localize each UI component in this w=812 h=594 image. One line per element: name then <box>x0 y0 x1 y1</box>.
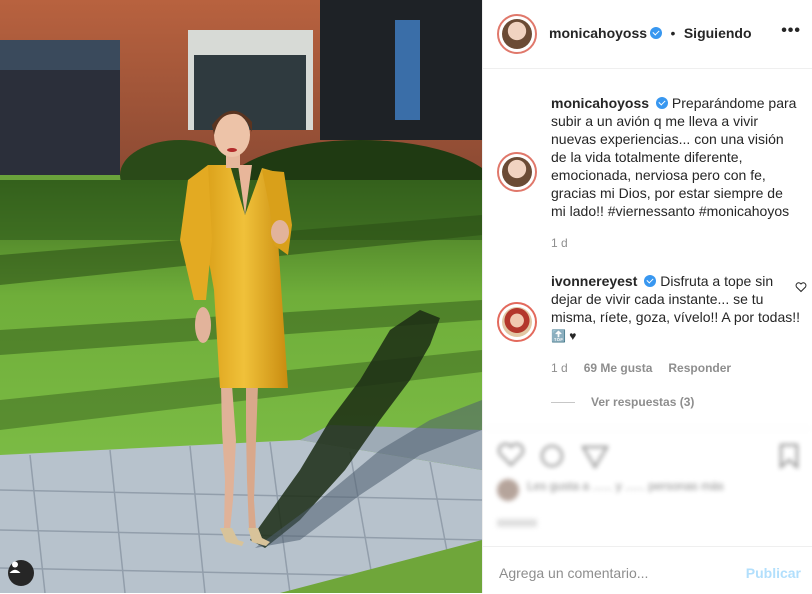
post-actions-blurred: Les gusta a ...... y ...... personas más <box>483 428 812 544</box>
verified-badge-icon <box>656 97 669 109</box>
liker-avatar <box>497 479 519 501</box>
publish-button[interactable]: Publicar <box>746 565 801 581</box>
following-button[interactable]: Siguiendo <box>684 25 752 41</box>
caption-username[interactable]: monicahoyoss <box>551 95 649 111</box>
post-sidebar: monicahoyoss • Siguiendo ••• monicahoyos… <box>482 0 812 593</box>
verified-badge-icon <box>644 275 657 287</box>
caption-text: Preparándome para subir a un avión q me … <box>551 95 797 219</box>
save-icon <box>780 444 798 469</box>
user-icon <box>9 561 21 573</box>
like-comment-heart-icon[interactable] <box>795 281 807 293</box>
comment-age[interactable]: 1 d <box>551 361 568 375</box>
likes-summary: Les gusta a ...... y ...... personas más <box>527 479 724 493</box>
share-icon <box>581 446 609 469</box>
comment-icon <box>541 445 563 467</box>
view-replies-label: Ver respuestas (3) <box>591 395 695 409</box>
comment-input[interactable]: Agrega un comentario... <box>499 565 648 581</box>
avatar[interactable] <box>497 14 537 54</box>
comment-avatar[interactable] <box>497 302 537 342</box>
action-icons <box>497 442 609 469</box>
author-username[interactable]: monicahoyoss <box>549 25 647 41</box>
caption-avatar[interactable] <box>497 152 537 192</box>
photo-scene <box>0 0 482 593</box>
separator-dot: • <box>670 25 676 41</box>
post-date-blurred <box>497 519 537 527</box>
post-header: monicahoyoss • Siguiendo ••• <box>483 0 812 69</box>
comment-composer: Agrega un comentario... Publicar <box>483 546 812 594</box>
verified-badge-icon <box>650 27 663 39</box>
comment-item: ivonnereyest Disfruta a tope sin dejar d… <box>551 272 801 345</box>
replies-divider <box>551 402 575 404</box>
tagged-user-button[interactable] <box>8 560 34 586</box>
comment-username[interactable]: ivonnereyest <box>551 273 637 289</box>
caption: monicahoyoss Preparándome para subir a u… <box>551 94 801 220</box>
post-photo[interactable] <box>0 0 482 593</box>
more-options-icon[interactable]: ••• <box>781 22 801 40</box>
caption-age[interactable]: 1 d <box>551 236 568 250</box>
like-icon <box>497 442 525 467</box>
comment-likes[interactable]: 69 Me gusta <box>584 361 653 375</box>
comment-meta: 1 d 69 Me gusta Responder <box>551 361 747 375</box>
header-user-line: monicahoyoss • Siguiendo <box>549 25 752 43</box>
comment-emoji: 🔝 ♥ <box>551 329 577 343</box>
reply-button[interactable]: Responder <box>668 361 731 375</box>
view-replies-button[interactable]: Ver respuestas (3) <box>551 395 694 409</box>
